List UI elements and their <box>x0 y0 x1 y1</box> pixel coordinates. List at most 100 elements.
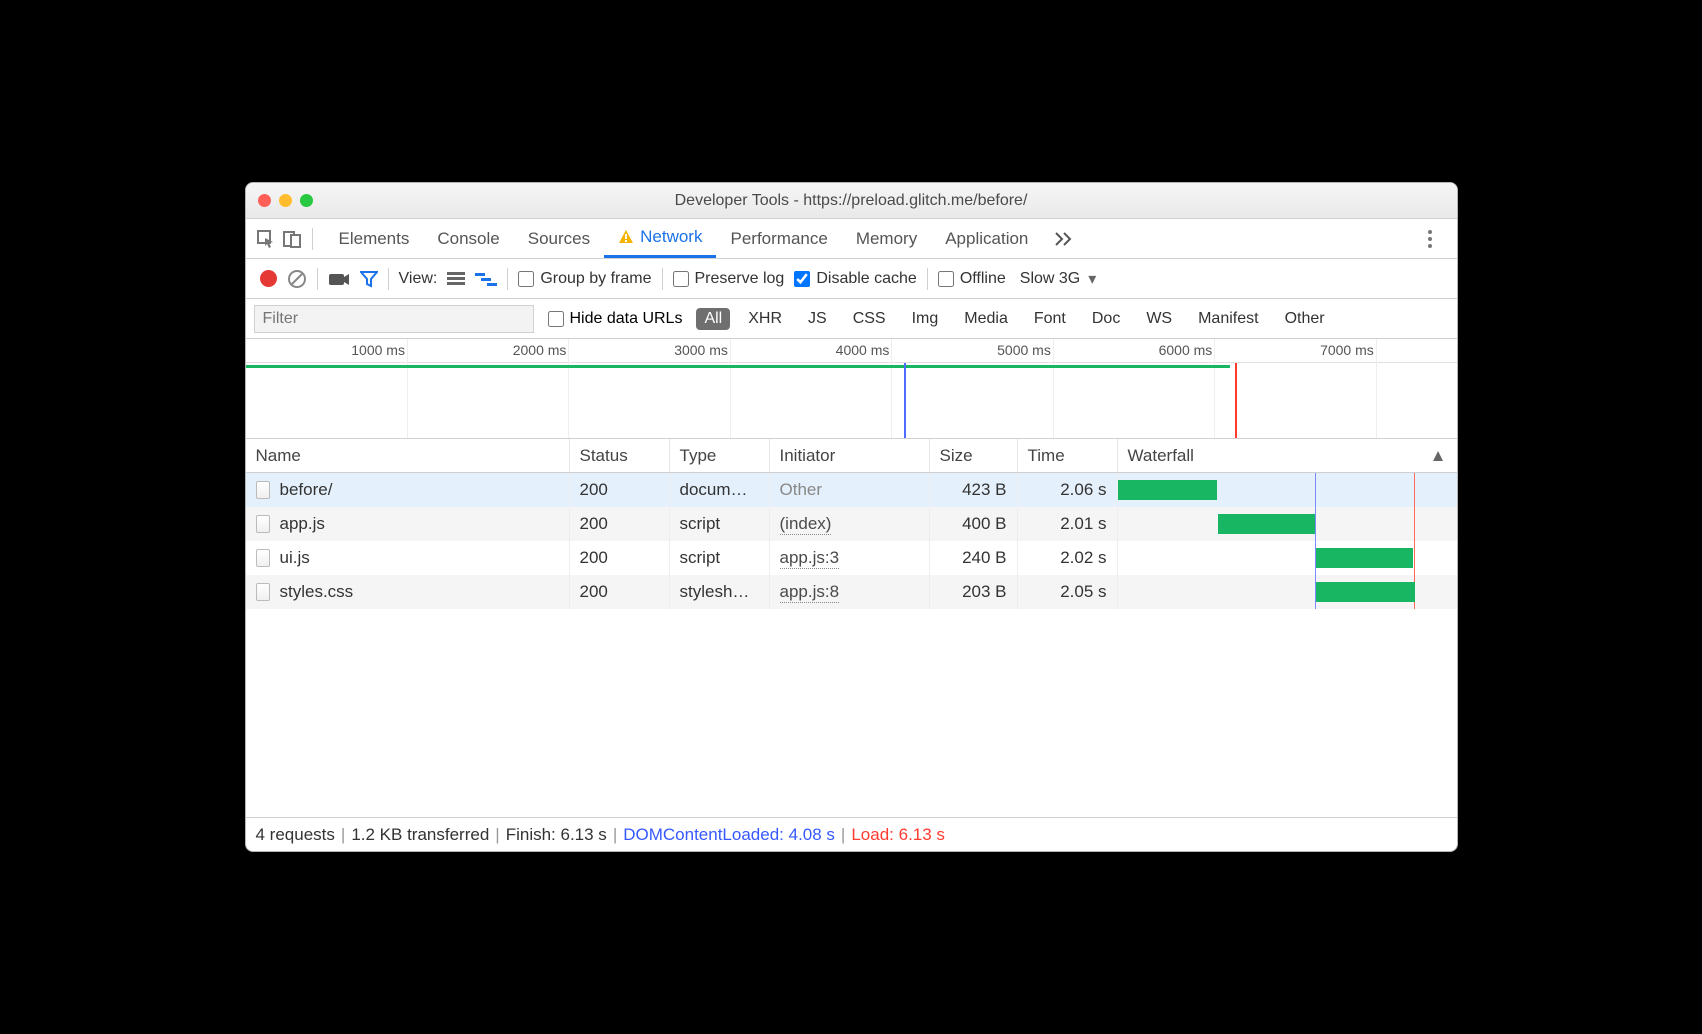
filter-type-doc[interactable]: Doc <box>1084 308 1128 330</box>
tab-elements[interactable]: Elements <box>325 219 424 258</box>
column-header-waterfall[interactable]: Waterfall▲ <box>1118 439 1457 472</box>
timeline-overview[interactable]: 1000 ms2000 ms3000 ms4000 ms5000 ms6000 … <box>246 339 1457 439</box>
cell-time: 2.01 s <box>1018 507 1118 541</box>
filter-toggle-button[interactable] <box>360 270 378 288</box>
status-requests: 4 requests <box>256 825 335 845</box>
group-by-frame-checkbox[interactable]: Group by frame <box>518 270 651 288</box>
cell-size: 423 B <box>930 473 1018 507</box>
file-icon <box>256 583 270 601</box>
requests-table: NameStatusTypeInitiatorSizeTimeWaterfall… <box>246 439 1457 817</box>
throttling-select[interactable]: Slow 3G ▾ <box>1020 269 1097 289</box>
offline-checkbox[interactable]: Offline <box>938 270 1006 288</box>
column-header-type[interactable]: Type <box>670 439 770 472</box>
filter-type-js[interactable]: JS <box>800 308 835 330</box>
column-header-size[interactable]: Size <box>930 439 1018 472</box>
preserve-log-checkbox[interactable]: Preserve log <box>673 270 785 288</box>
ruler-tick: 3000 ms <box>674 342 730 358</box>
filter-bar: Hide data URLs All XHR JS CSS Img Media Font Do… <box>246 299 1457 339</box>
ruler-tick: 2000 ms <box>513 342 569 358</box>
minimize-window-button[interactable] <box>279 194 292 207</box>
record-button[interactable] <box>260 270 277 287</box>
column-header-initiator[interactable]: Initiator <box>770 439 930 472</box>
chevron-down-icon: ▾ <box>1088 269 1096 289</box>
warning-icon <box>618 229 634 245</box>
filter-type-other[interactable]: Other <box>1277 308 1333 330</box>
file-icon <box>256 515 270 533</box>
file-icon <box>256 549 270 567</box>
panel-tabstrip: ElementsConsoleSourcesNetworkPerformance… <box>246 219 1457 259</box>
filter-type-ws[interactable]: WS <box>1138 308 1180 330</box>
cell-type: script <box>670 507 770 541</box>
cell-time: 2.02 s <box>1018 541 1118 575</box>
cell-waterfall <box>1118 473 1457 507</box>
device-toolbar-icon[interactable] <box>282 229 302 249</box>
filter-type-xhr[interactable]: XHR <box>740 308 790 330</box>
titlebar: Developer Tools - https://preload.glitch… <box>246 183 1457 219</box>
column-header-time[interactable]: Time <box>1018 439 1118 472</box>
filter-input[interactable] <box>254 305 534 333</box>
tab-sources[interactable]: Sources <box>514 219 604 258</box>
large-rows-button[interactable] <box>447 272 465 286</box>
initiator-link[interactable]: app.js:8 <box>780 582 840 603</box>
tab-memory[interactable]: Memory <box>842 219 931 258</box>
tab-performance[interactable]: Performance <box>716 219 841 258</box>
table-row[interactable]: styles.css200stylesh… app.js:8 203 B2.05 s <box>246 575 1457 609</box>
cell-time: 2.06 s <box>1018 473 1118 507</box>
cell-initiator: Other <box>770 473 930 507</box>
status-dcl: DOMContentLoaded: 4.08 s <box>623 825 835 845</box>
filter-type-manifest[interactable]: Manifest <box>1190 308 1266 330</box>
screenshots-button[interactable] <box>328 271 350 287</box>
cell-type: script <box>670 541 770 575</box>
cell-name: styles.css <box>246 575 570 609</box>
cell-name: before/ <box>246 473 570 507</box>
cell-waterfall <box>1118 575 1457 609</box>
close-window-button[interactable] <box>258 194 271 207</box>
cell-size: 400 B <box>930 507 1018 541</box>
window-title: Developer Tools - https://preload.glitch… <box>246 192 1457 210</box>
status-load: Load: 6.13 s <box>851 825 945 845</box>
cell-initiator: (index) <box>770 507 930 541</box>
table-row[interactable]: before/200docum…Other423 B2.06 s <box>246 473 1457 507</box>
view-label: View: <box>399 270 438 288</box>
network-toolbar: View: Group by frame Preserve log Disabl… <box>246 259 1457 299</box>
ruler-tick: 1000 ms <box>351 342 407 358</box>
filter-type-all[interactable]: All <box>696 308 730 330</box>
cell-waterfall <box>1118 507 1457 541</box>
table-row[interactable]: app.js200script(index)400 B2.01 s <box>246 507 1457 541</box>
tab-console[interactable]: Console <box>423 219 513 258</box>
initiator-link[interactable]: app.js:3 <box>780 548 840 569</box>
waterfall-bar <box>1316 548 1414 568</box>
cell-size: 240 B <box>930 541 1018 575</box>
initiator-link[interactable]: (index) <box>780 514 832 535</box>
more-panels-button[interactable] <box>1042 219 1086 258</box>
tab-application[interactable]: Application <box>931 219 1042 258</box>
filter-type-font[interactable]: Font <box>1026 308 1074 330</box>
cell-type: docum… <box>670 473 770 507</box>
disable-cache-checkbox[interactable]: Disable cache <box>794 270 917 288</box>
cell-status: 200 <box>570 541 670 575</box>
hide-data-urls-checkbox[interactable]: Hide data URLs <box>548 310 683 328</box>
column-header-status[interactable]: Status <box>570 439 670 472</box>
status-finish: Finish: 6.13 s <box>506 825 607 845</box>
cell-status: 200 <box>570 575 670 609</box>
filter-type-media[interactable]: Media <box>956 308 1016 330</box>
table-row[interactable]: ui.js200scriptapp.js:3240 B2.02 s <box>246 541 1457 575</box>
clear-button[interactable] <box>287 269 307 289</box>
overview-toggle-button[interactable] <box>475 272 497 286</box>
filter-type-css[interactable]: CSS <box>845 308 894 330</box>
cell-time: 2.05 s <box>1018 575 1118 609</box>
cell-type: stylesh… <box>670 575 770 609</box>
zoom-window-button[interactable] <box>300 194 313 207</box>
inspect-element-icon[interactable] <box>256 229 276 249</box>
cell-initiator: app.js:8 <box>770 575 930 609</box>
waterfall-bar <box>1218 514 1315 534</box>
column-header-name[interactable]: Name <box>246 439 570 472</box>
sort-indicator-icon: ▲ <box>1430 446 1447 466</box>
file-icon <box>256 481 270 499</box>
devtools-menu-button[interactable] <box>1413 219 1447 258</box>
cell-initiator: app.js:3 <box>770 541 930 575</box>
tab-network[interactable]: Network <box>604 219 716 258</box>
status-bar: 4 requests| 1.2 KB transferred| Finish: … <box>246 817 1457 851</box>
filter-type-img[interactable]: Img <box>904 308 947 330</box>
cell-size: 203 B <box>930 575 1018 609</box>
